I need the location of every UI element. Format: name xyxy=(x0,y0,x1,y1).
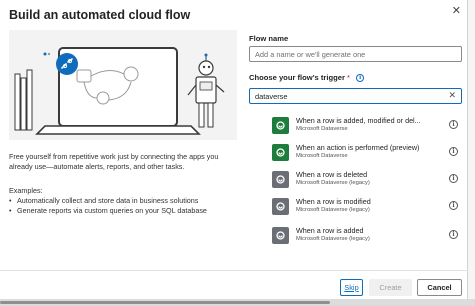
dataverse-icon xyxy=(272,117,289,134)
dataverse-legacy-icon xyxy=(272,198,289,215)
required-mark: * xyxy=(347,73,350,82)
cancel-button[interactable]: Cancel xyxy=(417,279,462,296)
trigger-connector: Microsoft Dataverse (legacy) xyxy=(296,236,370,242)
trigger-name: When a row is deleted xyxy=(296,170,368,179)
info-icon[interactable]: i xyxy=(356,74,365,82)
flow-description: Free yourself from repetitive work just … xyxy=(9,152,219,171)
dialog-title: Build an automated cloud flow xyxy=(9,8,191,22)
dataverse-icon xyxy=(272,144,289,161)
horizontal-scrollbar[interactable] xyxy=(0,299,475,306)
trigger-search-input[interactable]: dataverse ✕ xyxy=(249,88,462,104)
trigger-name: When a row is added, modified or del... xyxy=(296,116,421,125)
trigger-connector: Microsoft Dataverse (legacy) xyxy=(296,180,370,186)
trigger-connector: Microsoft Dataverse xyxy=(296,126,348,132)
build-flow-dialog: Build an automated cloud flow ✕ Free you… xyxy=(0,0,468,299)
footer-divider xyxy=(0,270,468,271)
dataverse-legacy-icon xyxy=(272,227,289,244)
close-icon[interactable]: ✕ xyxy=(452,4,461,17)
trigger-label: Choose your flow's trigger * i xyxy=(249,73,365,82)
trigger-connector: Microsoft Dataverse (legacy) xyxy=(296,207,370,213)
trigger-name: When an action is performed (preview) xyxy=(296,143,420,152)
trigger-item[interactable]: When a row is deleted Microsoft Datavers… xyxy=(272,169,462,191)
trigger-name: When a row is added xyxy=(296,226,364,235)
skip-button[interactable]: Skip xyxy=(340,279,363,296)
trigger-connector: Microsoft Dataverse xyxy=(296,153,348,159)
laptop-illustration xyxy=(14,47,225,135)
flow-name-label: Flow name xyxy=(249,34,289,43)
trigger-item[interactable]: When a row is added, modified or del... … xyxy=(272,115,462,137)
trigger-item[interactable]: When a row is modified Microsoft Dataver… xyxy=(272,196,462,218)
scrollbar-thumb[interactable] xyxy=(0,301,330,304)
trigger-item[interactable]: When a row is added Microsoft Dataverse … xyxy=(272,225,462,247)
examples-title: Examples: xyxy=(9,186,43,195)
info-icon[interactable]: i xyxy=(449,201,458,210)
create-button[interactable]: Create xyxy=(369,279,412,296)
flow-name-input[interactable]: Add a name or we'll generate one xyxy=(249,46,462,62)
trigger-label-text: Choose your flow's trigger xyxy=(249,73,345,82)
vertical-scrollbar-track[interactable] xyxy=(468,0,475,299)
trigger-item[interactable]: When an action is performed (preview) Mi… xyxy=(272,142,462,164)
info-icon[interactable]: i xyxy=(449,120,458,129)
clear-icon[interactable]: ✕ xyxy=(448,90,456,101)
info-icon[interactable]: i xyxy=(449,147,458,156)
dataverse-legacy-icon xyxy=(272,171,289,188)
examples-list: Automatically collect and store data in … xyxy=(9,196,249,215)
trigger-search-value: dataverse xyxy=(255,92,288,101)
info-icon[interactable]: i xyxy=(449,174,458,183)
info-icon[interactable]: i xyxy=(449,230,458,239)
trigger-name: When a row is modified xyxy=(296,197,371,206)
example-item: Generate reports via custom queries on y… xyxy=(9,206,249,216)
example-item: Automatically collect and store data in … xyxy=(9,196,249,206)
flow-illustration xyxy=(9,30,237,140)
